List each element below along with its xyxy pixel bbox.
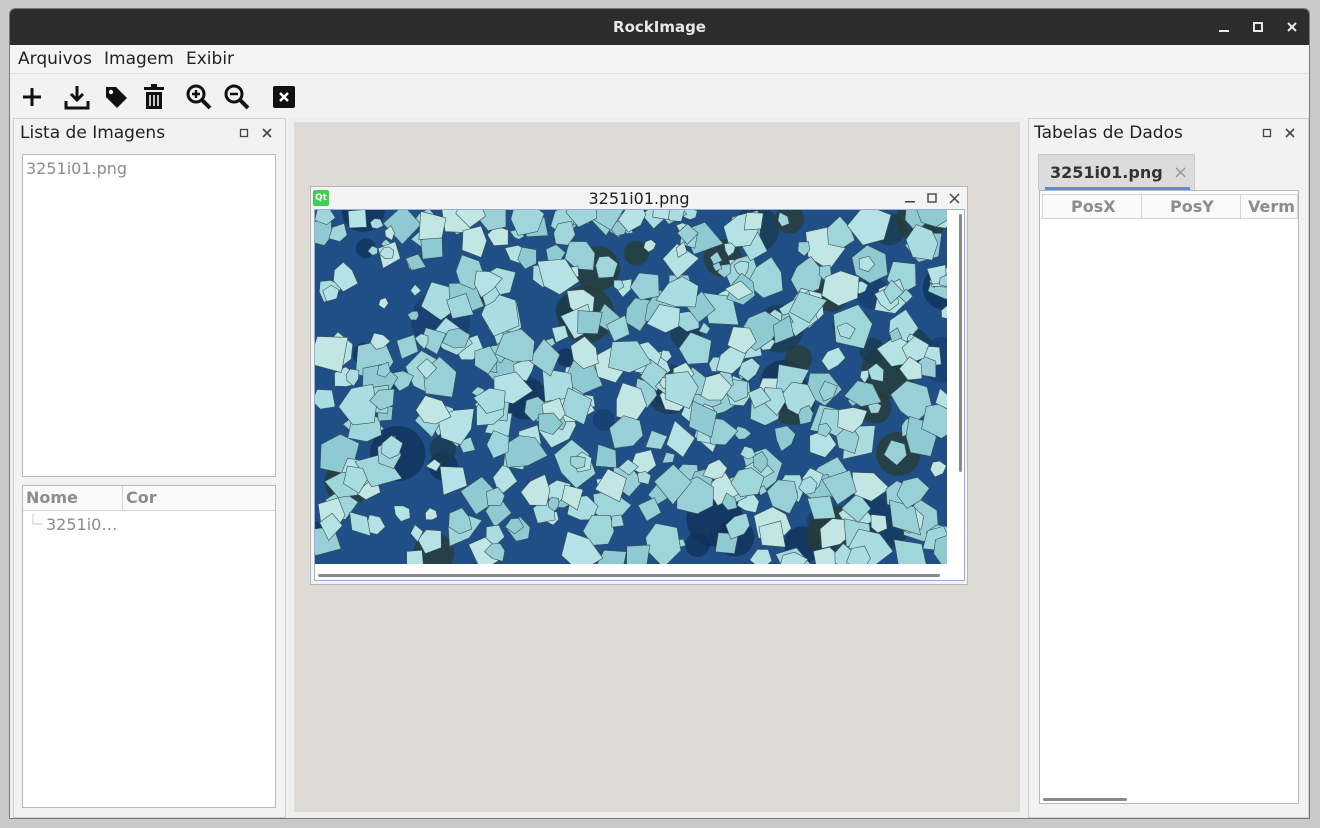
dock-float-button[interactable] [1259, 125, 1275, 141]
tag-button[interactable] [102, 83, 130, 111]
tab-label: 3251i01.png [1050, 163, 1163, 182]
close-image-button[interactable] [270, 83, 298, 111]
subwindow-title: 3251i01.png [588, 189, 690, 208]
data-tables-dock: Tabelas de Dados 3251i01.png × PosX PosY… [1028, 118, 1309, 818]
column-header-posx[interactable]: PosX [1042, 194, 1142, 219]
tab-close-icon[interactable]: × [1173, 162, 1188, 183]
tree-row[interactable]: 3251i0… [46, 515, 117, 534]
delete-button[interactable] [140, 83, 168, 111]
minimize-icon [905, 201, 915, 203]
mdi-area: Qt 3251i01.png [294, 122, 1020, 812]
trash-icon [144, 84, 164, 109]
zoom-in-button[interactable] [185, 83, 213, 111]
column-header-verm[interactable]: Verm [1240, 194, 1298, 219]
image-list[interactable]: 3251i01.png [22, 154, 276, 477]
tree-header: Nome Cor [23, 486, 275, 511]
float-icon [239, 128, 249, 138]
subwindow-maximize-button[interactable] [925, 191, 939, 205]
maximize-button[interactable] [1248, 17, 1268, 37]
zoom-out-icon [224, 84, 250, 110]
layer-tree[interactable]: Nome Cor 3251i0… [22, 485, 276, 808]
minimize-icon [1219, 30, 1229, 32]
column-header-label: PosY [1170, 197, 1214, 216]
dock-float-button[interactable] [236, 125, 252, 141]
close-icon [948, 192, 960, 204]
horizontal-scrollbar[interactable] [318, 574, 940, 577]
subwindow-close-button[interactable] [947, 191, 961, 205]
close-icon [1287, 22, 1297, 32]
maximize-icon [927, 193, 937, 203]
subwindow-minimize-button[interactable] [903, 191, 917, 205]
rock-thin-section-image[interactable] [315, 210, 947, 564]
save-button[interactable] [63, 83, 91, 111]
zoom-in-icon [186, 84, 212, 110]
toolbar [10, 74, 1309, 118]
image-view[interactable] [314, 209, 965, 581]
dock-title: Lista de Imagens [20, 123, 166, 143]
horizontal-scrollbar[interactable] [1043, 798, 1127, 801]
zoom-out-button[interactable] [223, 83, 251, 111]
column-header-posy[interactable]: PosY [1141, 194, 1241, 219]
menu-imagem[interactable]: Imagem [104, 49, 174, 69]
dock-close-button[interactable] [1282, 125, 1298, 141]
menu-exibir[interactable]: Exibir [186, 49, 234, 69]
close-image-icon [273, 86, 295, 108]
data-table[interactable]: PosX PosY Verm [1039, 190, 1299, 804]
minimize-button[interactable] [1214, 17, 1234, 37]
close-icon [262, 128, 272, 138]
image-list-dock: Lista de Imagens 3251i01.png Nome Cor 32… [13, 118, 286, 818]
dock-title: Tabelas de Dados [1034, 123, 1183, 143]
add-icon [23, 88, 41, 106]
dock-close-button[interactable] [259, 125, 275, 141]
float-icon [1262, 128, 1272, 138]
tree-branch-line [32, 514, 43, 525]
title-bar[interactable]: RockImage [10, 9, 1309, 45]
column-header-label: Verm [1248, 197, 1295, 216]
menu-bar: Arquivos Imagem Exibir [10, 45, 1309, 74]
column-divider [122, 486, 123, 511]
maximize-icon [1253, 22, 1263, 32]
menu-arquivos[interactable]: Arquivos [18, 49, 92, 69]
close-icon [1285, 128, 1295, 138]
download-icon [64, 86, 90, 110]
tag-icon [106, 87, 127, 108]
list-item[interactable]: 3251i01.png [26, 159, 127, 178]
close-button[interactable] [1282, 17, 1302, 37]
column-header-label: PosX [1071, 197, 1116, 216]
app-window: RockImage Arquivos Imagem Exibir Lista d… [9, 8, 1310, 819]
column-header-cor[interactable]: Cor [126, 488, 157, 507]
vertical-scrollbar[interactable] [959, 214, 962, 472]
tab-3251i01[interactable]: 3251i01.png × [1038, 154, 1195, 190]
add-image-button[interactable] [18, 83, 46, 111]
image-subwindow[interactable]: Qt 3251i01.png [310, 186, 968, 585]
column-header-nome[interactable]: Nome [26, 488, 78, 507]
window-title: RockImage [613, 18, 706, 36]
